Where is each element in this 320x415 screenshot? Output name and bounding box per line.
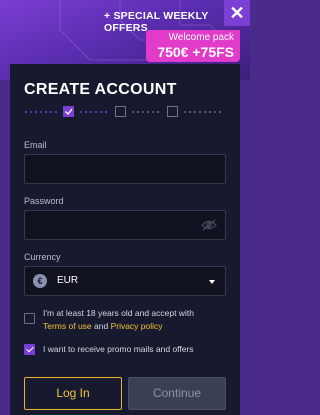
step-dots-1 (25, 111, 57, 113)
password-field[interactable] (24, 210, 226, 240)
promo-checkbox[interactable] (24, 344, 35, 355)
step-2-checkbox (115, 106, 126, 117)
email-label: Email (24, 140, 47, 150)
email-field[interactable] (24, 154, 226, 184)
privacy-policy-link[interactable]: Privacy policy (111, 321, 163, 331)
terms-and-text: and (91, 321, 111, 331)
welcome-pack-badge[interactable]: Welcome pack 750€ +75FS (146, 30, 240, 62)
terms-text: I'm at least 18 years old and accept wit… (43, 307, 233, 333)
continue-button[interactable]: Continue (128, 377, 226, 410)
promo-text: I want to receive promo mails and offers (43, 344, 194, 354)
step-dots-3 (132, 111, 159, 113)
step-progress (25, 106, 221, 117)
step-1-checkbox (63, 106, 74, 117)
login-button[interactable]: Log In (24, 377, 122, 410)
terms-of-use-link[interactable]: Terms of use (43, 321, 92, 331)
password-label: Password (24, 196, 64, 206)
eye-slash-icon[interactable] (201, 219, 217, 231)
terms-text-intro: I'm at least 18 years old and accept wit… (43, 308, 194, 318)
currency-value: EUR (57, 275, 79, 286)
currency-label: Currency (24, 252, 61, 262)
step-3-checkbox (167, 106, 178, 117)
welcome-pack-title: Welcome pack (168, 32, 234, 43)
create-account-modal: CREATE ACCOUNT Email Password Currency €… (10, 64, 240, 415)
chevron-down-icon (209, 280, 215, 284)
modal-title: CREATE ACCOUNT (24, 81, 177, 98)
welcome-pack-amount: 750€ +75FS (157, 44, 234, 60)
step-dots-2 (80, 111, 107, 113)
euro-icon: € (33, 274, 47, 288)
terms-checkbox[interactable] (24, 313, 35, 324)
step-dots-4 (184, 111, 221, 113)
currency-select[interactable]: € EUR (24, 266, 226, 296)
